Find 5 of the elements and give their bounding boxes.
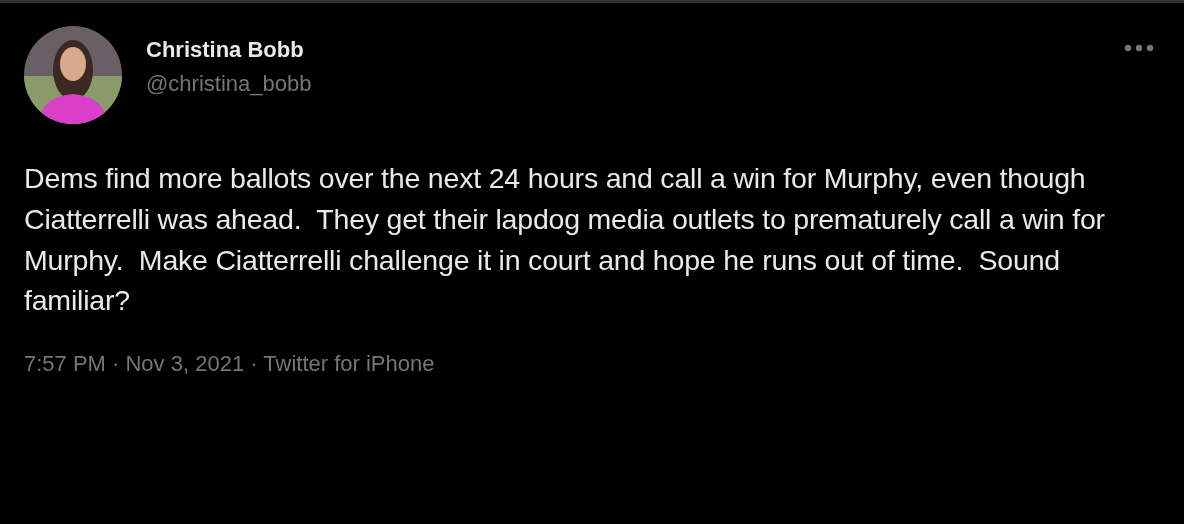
tweet-text: Dems find more ballots over the next 24 hours and call a win for Murphy, even though Ciatterrelli was ahead. They get their lapdog media outlets to prematurely call a win for Murphy. Make Ciatterrelli challenge it in court and hope he runs out of time. Sound familiar? (24, 161, 1106, 319)
tweet-meta: 7:57 PM · Nov 3, 2021 · Twitter for iPhone (24, 350, 436, 379)
author-handle[interactable]: @christina_bobb (146, 71, 312, 97)
author-name[interactable]: Christina Bobb (146, 37, 312, 63)
more-icon[interactable] (1122, 42, 1156, 54)
